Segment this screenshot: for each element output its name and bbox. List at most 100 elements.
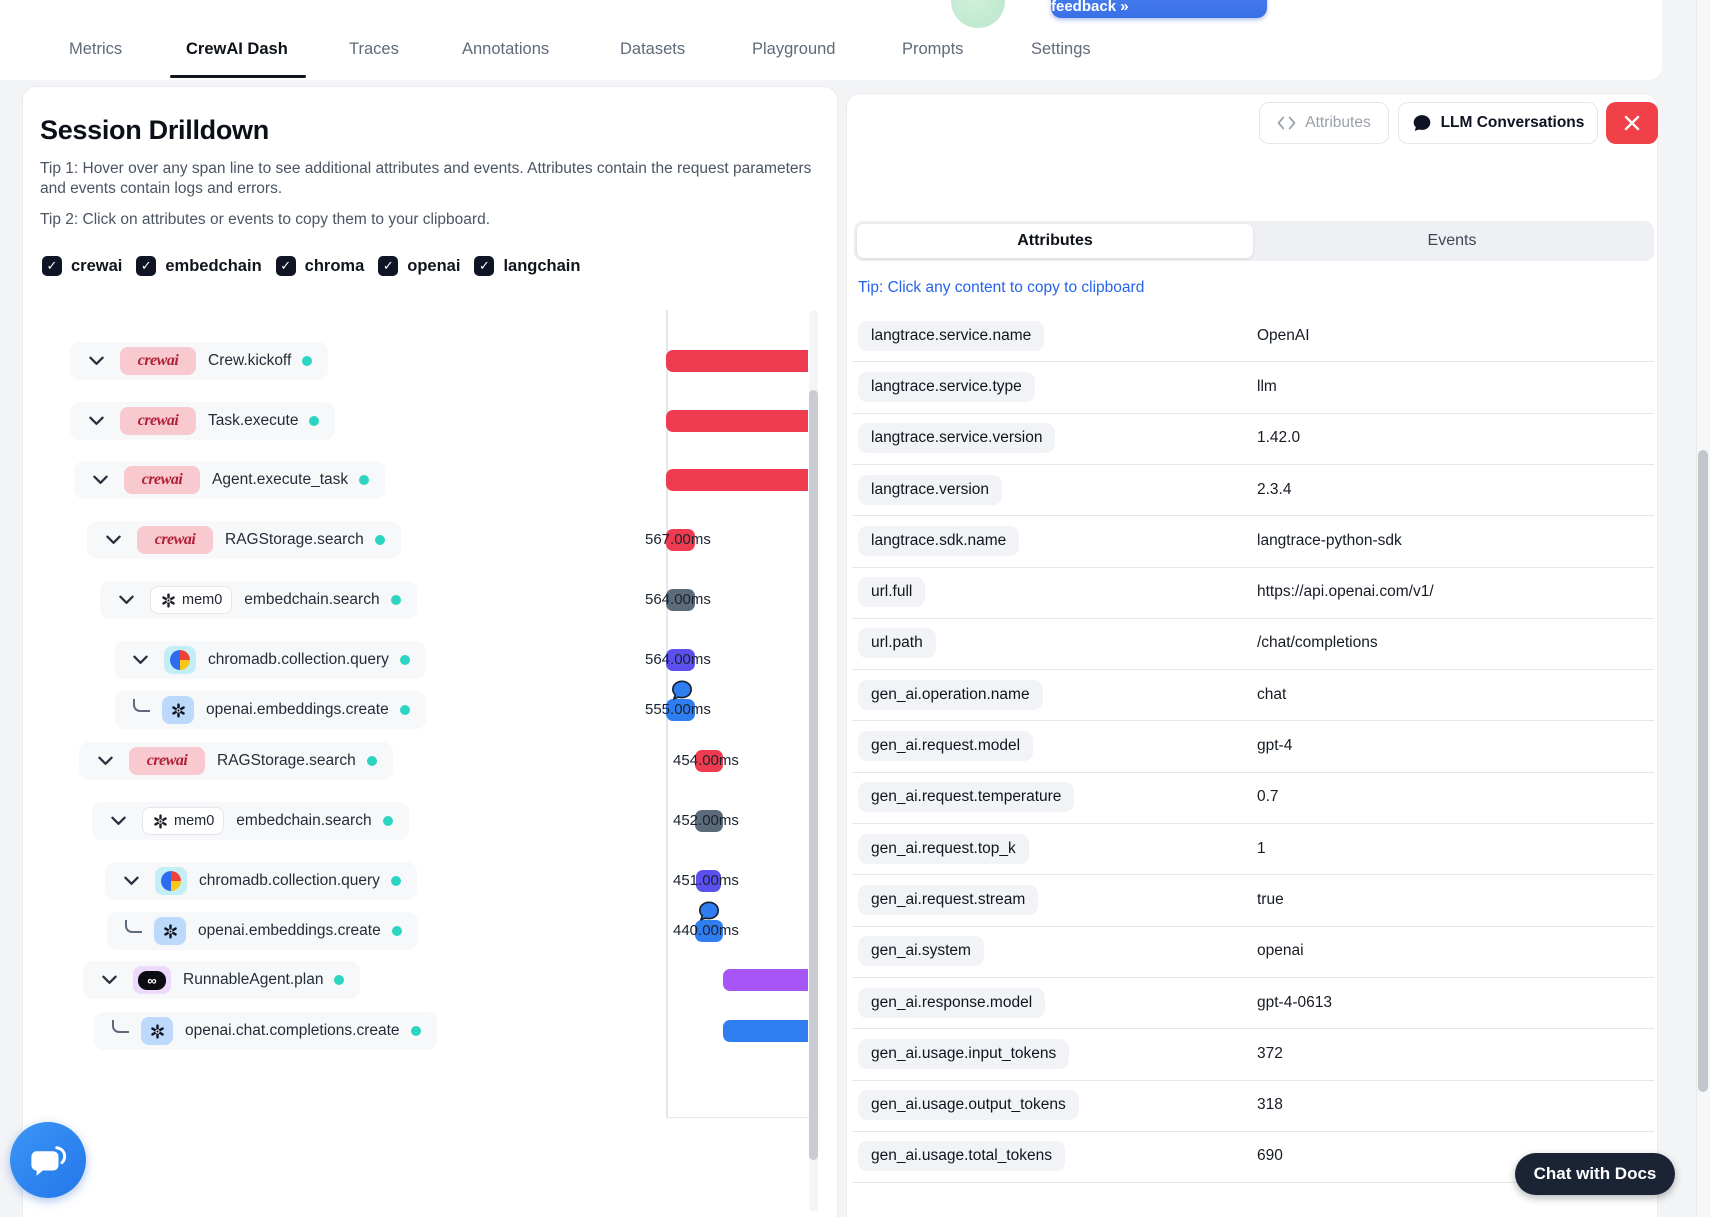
attribute-key-langtrace.version[interactable]: langtrace.version [858,474,1003,505]
attribute-value-url.full[interactable]: https://api.openai.com/v1/ [1257,583,1434,601]
attribute-key-gen_ai.usage.total_tokens[interactable]: gen_ai.usage.total_tokens [858,1141,1065,1172]
mem0-logo: mem0 [142,807,225,835]
attribute-key-langtrace.sdk.name[interactable]: langtrace.sdk.name [858,525,1020,556]
nav-tab-prompts[interactable]: Prompts [902,40,963,59]
llm-bubble-icon[interactable] [671,679,693,701]
checkbox-chroma[interactable]: ✓ [275,256,296,276]
span-row-Agent.execute_task[interactable]: crewai Agent.execute_task [74,461,386,499]
span-name: Agent.execute_task [212,471,349,488]
nav-tab-annotations[interactable]: Annotations [462,40,549,59]
attribute-key-gen_ai.request.top_k[interactable]: gen_ai.request.top_k [858,833,1029,864]
duration-label: 451.00ms [673,872,739,889]
page-scrollbar-thumb[interactable] [1698,450,1708,1092]
llm-conversations-button[interactable]: LLM Conversations [1398,102,1598,144]
span-list-scrollbar-thumb[interactable] [809,390,818,1160]
attribute-value-gen_ai.request.temperature[interactable]: 0.7 [1257,788,1279,806]
chevron-down-icon[interactable] [93,756,117,766]
span-row-RunnableAgent.plan[interactable]: ∞ RunnableAgent.plan [83,961,361,999]
nav-tab-crewai-dash[interactable]: CrewAI Dash [186,40,288,59]
chat-with-docs-button[interactable]: Chat with Docs [1515,1153,1675,1195]
attribute-key-langtrace.service.name[interactable]: langtrace.service.name [858,320,1045,351]
close-button[interactable] [1606,102,1658,144]
attribute-value-gen_ai.usage.output_tokens[interactable]: 318 [1257,1096,1283,1114]
nav-tab-metrics[interactable]: Metrics [69,40,122,59]
chevron-down-icon[interactable] [114,595,138,605]
checkbox-embedchain[interactable]: ✓ [136,256,157,276]
attribute-key-langtrace.service.type[interactable]: langtrace.service.type [858,371,1035,402]
copy-tip-link[interactable]: Tip: Click any content to copy to clipbo… [858,279,1144,297]
chevron-down-icon[interactable] [84,416,108,426]
tab-attributes[interactable]: Attributes [857,224,1253,258]
attribute-key-gen_ai.usage.input_tokens[interactable]: gen_ai.usage.input_tokens [858,1038,1070,1069]
attribute-value-gen_ai.request.stream[interactable]: true [1257,891,1284,909]
attribute-value-gen_ai.response.model[interactable]: gpt-4-0613 [1257,994,1332,1012]
chevron-down-icon[interactable] [84,356,108,366]
attribute-key-gen_ai.usage.output_tokens[interactable]: gen_ai.usage.output_tokens [858,1090,1079,1121]
attribute-value-url.path[interactable]: /chat/completions [1257,634,1378,652]
attribute-key-url.full[interactable]: url.full [858,577,926,608]
timeline-bar-Agent.execute_task[interactable] [666,469,808,491]
span-name: RAGStorage.search [225,531,364,548]
attribute-key-gen_ai.request.model[interactable]: gen_ai.request.model [858,731,1034,762]
chevron-down-icon[interactable] [128,655,152,665]
attribute-value-langtrace.service.name[interactable]: OpenAI [1257,327,1310,345]
nav-tab-playground[interactable]: Playground [752,40,835,59]
row-divider [852,925,1654,927]
attribute-value-gen_ai.usage.input_tokens[interactable]: 372 [1257,1045,1283,1063]
attribute-key-url.path[interactable]: url.path [858,628,936,659]
span-row-embedchain.search[interactable]: mem0 embedchain.search [92,802,409,840]
attribute-value-gen_ai.request.model[interactable]: gpt-4 [1257,737,1292,755]
attribute-key-gen_ai.system[interactable]: gen_ai.system [858,936,984,967]
chevron-down-icon[interactable] [88,475,112,485]
span-row-chromadb.collection.query[interactable]: chromadb.collection.query [114,641,426,679]
chevron-down-icon[interactable] [106,816,130,826]
chevron-down-icon[interactable] [119,876,143,886]
timeline-bar-RunnableAgent.plan[interactable] [723,969,808,991]
attribute-value-langtrace.version[interactable]: 2.3.4 [1257,481,1291,499]
attribute-value-langtrace.sdk.name[interactable]: langtrace-python-sdk [1257,532,1402,550]
attribute-key-gen_ai.request.stream[interactable]: gen_ai.request.stream [858,884,1039,915]
span-row-openai.embeddings.create[interactable]: openai.embeddings.create [107,912,418,950]
span-row-openai.embeddings.create[interactable]: openai.embeddings.create [115,691,426,729]
checkbox-openai[interactable]: ✓ [378,256,399,276]
span-row-Crew.kickoff[interactable]: crewai Crew.kickoff [70,342,329,380]
attribute-value-gen_ai.system[interactable]: openai [1257,942,1304,960]
attribute-value-langtrace.service.version[interactable]: 1.42.0 [1257,429,1300,447]
span-row-openai.chat.completions.create[interactable]: openai.chat.completions.create [94,1012,437,1050]
status-dot [334,975,345,985]
checkbox-label-crewai: crewai [71,256,123,275]
nav-tab-datasets[interactable]: Datasets [620,40,685,59]
span-row-RAGStorage.search[interactable]: crewai RAGStorage.search [79,742,393,780]
support-chat-widget[interactable] [10,1122,86,1198]
span-row-chromadb.collection.query[interactable]: chromadb.collection.query [105,862,417,900]
span-row-RAGStorage.search[interactable]: crewai RAGStorage.search [87,521,401,559]
attribute-value-gen_ai.usage.total_tokens[interactable]: 690 [1257,1147,1283,1165]
timeline-bar-openai.chat.completions.create[interactable] [723,1020,808,1042]
span-row-embedchain.search[interactable]: mem0 embedchain.search [100,581,417,619]
nav-tab-traces[interactable]: Traces [349,40,399,59]
tab-events[interactable]: Events [1254,224,1650,258]
attribute-value-gen_ai.operation.name[interactable]: chat [1257,686,1286,704]
chroma-logo [164,646,196,674]
span-row-Task.execute[interactable]: crewai Task.execute [70,402,336,440]
checkbox-langchain[interactable]: ✓ [474,256,495,276]
attribute-value-langtrace.service.type[interactable]: llm [1257,378,1277,396]
chat-widget-icon [31,1146,67,1176]
row-divider [852,463,1654,465]
timeline-bar-Crew.kickoff[interactable] [666,350,808,372]
timeline-bar-Task.execute[interactable] [666,410,808,432]
checkbox-crewai[interactable]: ✓ [42,256,62,276]
chevron-down-icon[interactable] [97,975,121,985]
attribute-key-gen_ai.request.temperature[interactable]: gen_ai.request.temperature [858,782,1075,813]
row-divider [852,412,1654,414]
attributes-header-button[interactable]: Attributes [1259,102,1389,144]
attribute-key-gen_ai.response.model[interactable]: gen_ai.response.model [858,987,1046,1018]
attribute-key-gen_ai.operation.name[interactable]: gen_ai.operation.name [858,679,1043,710]
nav-tab-settings[interactable]: Settings [1031,40,1091,59]
avatar[interactable] [951,0,1005,28]
free-credits-button[interactable]: Get more FREE credits for feedback » [1051,0,1267,18]
llm-bubble-icon[interactable] [698,900,720,922]
chevron-down-icon[interactable] [101,535,125,545]
attribute-value-gen_ai.request.top_k[interactable]: 1 [1257,840,1266,858]
attribute-key-langtrace.service.version[interactable]: langtrace.service.version [858,423,1056,454]
